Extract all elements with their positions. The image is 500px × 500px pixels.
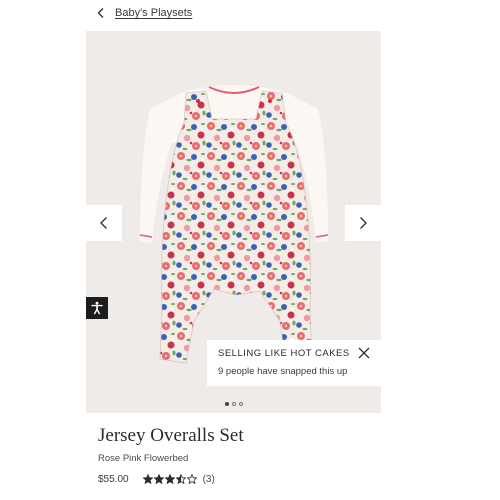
- product-color-name: Rose Pink Flowerbed: [98, 453, 189, 464]
- slide-dot[interactable]: [231, 402, 236, 406]
- star-empty-icon: [186, 474, 197, 484]
- product-price: $55.00: [98, 473, 129, 485]
- close-icon: [358, 347, 370, 359]
- product-page: Baby's Playsets SELLING LIKE HOT CAKES 9…: [0, 0, 500, 500]
- star-half-icon: [175, 474, 186, 484]
- breadcrumb[interactable]: Baby's Playsets: [96, 4, 192, 22]
- previous-image-button[interactable]: [86, 205, 122, 241]
- star-full-icon: [153, 474, 164, 484]
- review-count-link[interactable]: (3): [203, 474, 215, 485]
- chevron-right-icon: [360, 217, 367, 229]
- slide-indicator: [86, 402, 381, 406]
- chevron-left-icon: [100, 217, 107, 229]
- accessibility-icon: [91, 301, 103, 315]
- breadcrumb-link[interactable]: Baby's Playsets: [115, 7, 192, 19]
- price-rating-row: $55.00 (3): [98, 472, 215, 486]
- toast-title: SELLING LIKE HOT CAKES: [218, 348, 350, 359]
- accessibility-button[interactable]: [86, 297, 108, 319]
- star-rating[interactable]: [142, 474, 197, 484]
- star-full-icon: [164, 474, 175, 484]
- chevron-left-icon: [97, 8, 104, 18]
- social-proof-toast: SELLING LIKE HOT CAKES 9 people have sna…: [207, 340, 382, 386]
- product-title: Jersey Overalls Set: [98, 425, 244, 446]
- slide-dot[interactable]: [238, 402, 243, 406]
- slide-dot[interactable]: [224, 402, 229, 406]
- star-full-icon: [142, 474, 153, 484]
- toast-close-button[interactable]: [357, 346, 371, 360]
- toast-message: 9 people have snapped this up: [218, 366, 348, 377]
- next-image-button[interactable]: [345, 205, 381, 241]
